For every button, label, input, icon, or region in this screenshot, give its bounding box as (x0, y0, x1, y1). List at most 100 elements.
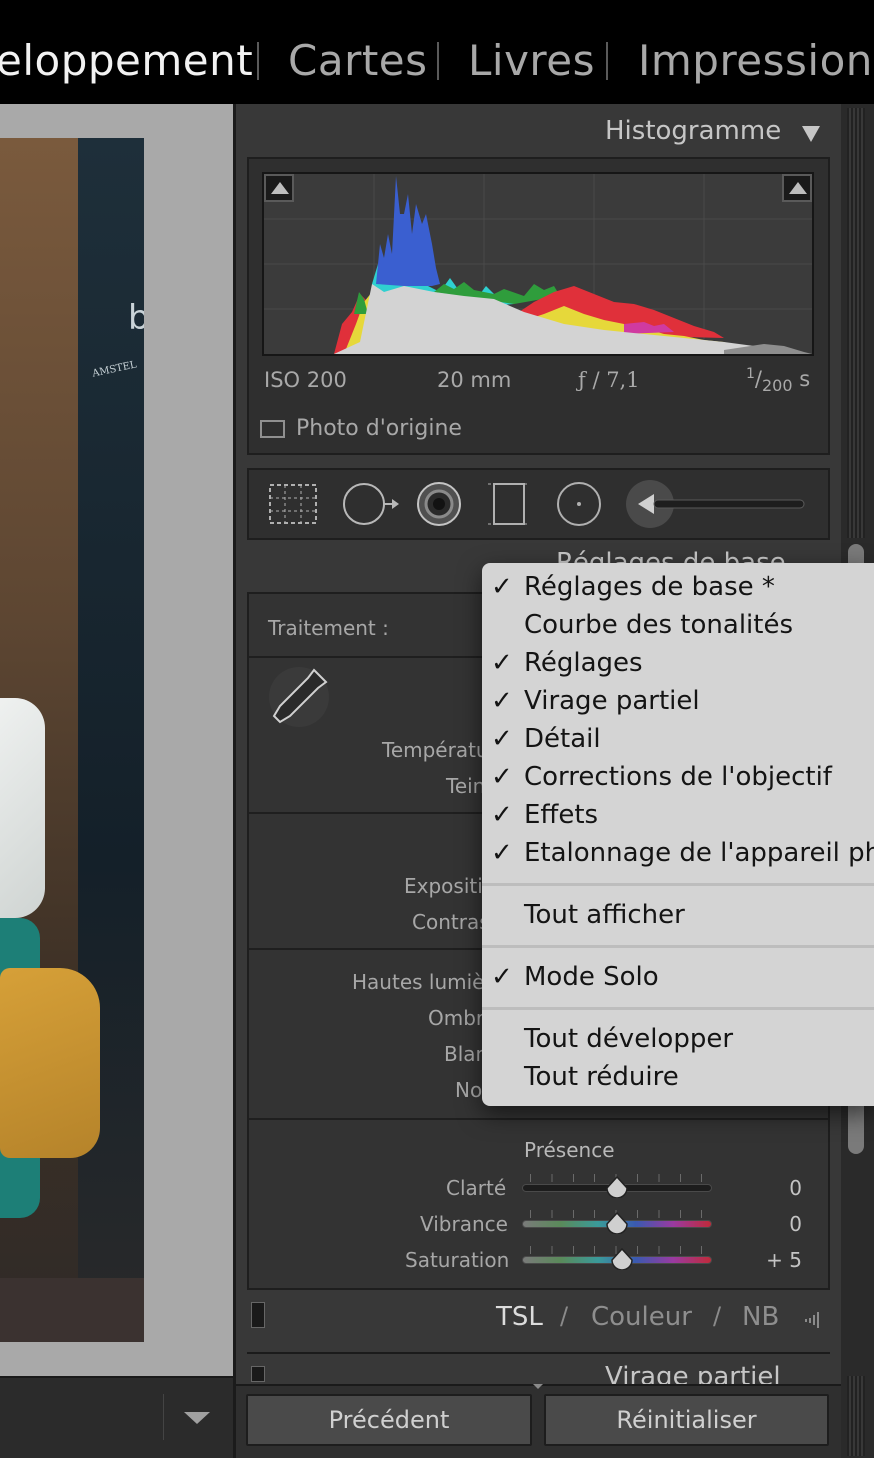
panel-toggle-switch[interactable] (251, 1302, 265, 1328)
scrollbar-grip (847, 108, 865, 538)
clarity-label: Clarté (446, 1176, 507, 1200)
menu-item-camera-calibration[interactable]: ✓ Etalonnage de l'appareil ph (482, 835, 874, 873)
tab-color[interactable]: Couleur (591, 1302, 692, 1332)
module-develop[interactable]: eloppement (0, 36, 253, 85)
exposure-label: Expositi (404, 874, 483, 898)
highlights-label: Hautes lumièr (352, 970, 493, 994)
histogram-graph[interactable] (262, 172, 814, 356)
vibrance-value[interactable]: 0 (742, 1212, 802, 1236)
histogram-title[interactable]: Histogramme (605, 116, 781, 146)
collapse-arrow-icon[interactable] (533, 1384, 543, 1389)
treatment-label: Traitement : (268, 616, 389, 640)
panel-context-menu: ✓ Réglages de base * Courbe des tonalités… (482, 563, 874, 1106)
module-book[interactable]: Livres (468, 36, 595, 85)
photo-floor-region (0, 1278, 144, 1342)
check-icon: ✓ (491, 648, 513, 678)
tab-bw[interactable]: NB (742, 1302, 779, 1332)
photo-bag-region (0, 968, 100, 1158)
menu-item-label: Mode Solo (524, 962, 659, 992)
scrollbar-grip (847, 1376, 865, 1456)
menu-item-label: Effets (524, 800, 599, 830)
presence-title: Présence (524, 1138, 615, 1162)
menu-item-label: Détail (524, 724, 601, 754)
menu-separator (482, 883, 874, 886)
menu-item-label: Corrections de l'objectif (524, 762, 832, 792)
vibrance-label: Vibrance (420, 1212, 508, 1236)
menu-item-lens-corrections[interactable]: ✓ Corrections de l'objectif (482, 759, 874, 797)
panel-toggle-switch[interactable] (251, 1366, 265, 1382)
menu-item-label: Etalonnage de l'appareil ph (524, 838, 874, 868)
highlight-clipping-icon[interactable] (782, 174, 812, 202)
menu-item-label: Tout afficher (524, 900, 685, 930)
menu-item-collapse-all[interactable]: Tout réduire (482, 1059, 874, 1097)
histogram-chart (264, 174, 812, 354)
tab-separator: / (713, 1302, 722, 1330)
menu-item-label: Tout réduire (524, 1062, 679, 1092)
eyedropper-icon[interactable] (266, 664, 332, 730)
menu-item-label: Réglages (524, 648, 643, 678)
check-icon: ✓ (491, 800, 513, 830)
original-photo-label[interactable]: Photo d'origine (296, 416, 462, 441)
photo-sign-letter: b (128, 298, 144, 338)
previous-button[interactable]: Précédent (246, 1394, 532, 1446)
menu-item-solo-mode[interactable]: ✓ Mode Solo (482, 959, 874, 997)
photo-canvas[interactable]: b AMSTEL (0, 104, 233, 1376)
menu-item-split-toning[interactable]: ✓ Virage partiel (482, 683, 874, 721)
panel-menu-icon[interactable] (803, 1310, 823, 1330)
check-icon: ✓ (491, 762, 513, 792)
menu-item-adjustments[interactable]: ✓ Réglages (482, 645, 874, 683)
module-picker: eloppement Cartes Livres Impression (0, 0, 874, 104)
tab-separator: / (560, 1302, 569, 1330)
check-icon: ✓ (491, 962, 513, 992)
module-separator (257, 42, 259, 80)
saturation-slider-thumb[interactable] (610, 1248, 633, 1270)
spot-removal-icon[interactable] (342, 480, 400, 528)
toolbar-dropdown-icon[interactable] (184, 1412, 210, 1424)
menu-item-label: Virage partiel (524, 686, 700, 716)
photo-preview[interactable]: b AMSTEL (0, 138, 144, 1342)
red-eye-icon[interactable] (414, 480, 464, 528)
menu-item-basic[interactable]: ✓ Réglages de base * (482, 569, 874, 607)
module-print[interactable]: Impression (638, 36, 873, 85)
split-toning-header: Virage partiel (247, 1352, 830, 1384)
shadow-clipping-icon[interactable] (264, 174, 294, 202)
filmstrip-toolbar (0, 1376, 233, 1458)
reset-button[interactable]: Réinitialiser (544, 1394, 829, 1446)
adjustment-brush-icon[interactable] (624, 478, 810, 530)
menu-item-tone-curve[interactable]: Courbe des tonalités (482, 607, 874, 645)
exif-shutter-denominator: 200 (762, 376, 793, 396)
menu-item-expand-all[interactable]: Tout développer (482, 1021, 874, 1059)
contrast-label: Contras (412, 910, 490, 934)
crop-overlay-icon[interactable] (268, 483, 318, 525)
exif-focal-length: 20 mm (437, 368, 512, 392)
menu-item-detail[interactable]: ✓ Détail (482, 721, 874, 759)
hsl-panel-header: TSL / Couleur / NB (247, 1300, 830, 1340)
toolbar-separator (163, 1394, 164, 1440)
graduated-filter-icon[interactable] (486, 480, 532, 528)
check-icon: ✓ (491, 686, 513, 716)
split-toning-title[interactable]: Virage partiel (605, 1362, 781, 1384)
module-separator (606, 42, 608, 80)
temperature-label: Températu (382, 738, 489, 762)
exif-aperture: ƒ / 7,1 (578, 368, 640, 392)
menu-item-label: Réglages de base * (524, 572, 775, 602)
exif-shutter: 1/200 s (746, 366, 811, 396)
tint-label: Tein (446, 774, 486, 798)
vibrance-slider-thumb[interactable] (606, 1212, 628, 1234)
exif-shutter-unit: s (799, 367, 811, 391)
triangle-down-icon[interactable] (800, 124, 822, 144)
tab-hsl[interactable]: TSL (496, 1302, 543, 1332)
divider (249, 1118, 828, 1120)
saturation-value[interactable]: + 5 (742, 1248, 802, 1272)
menu-item-show-all[interactable]: Tout afficher (482, 897, 874, 935)
menu-item-effects[interactable]: ✓ Effets (482, 797, 874, 835)
photo-shirt-region (0, 698, 45, 918)
clarity-value[interactable]: 0 (742, 1176, 802, 1200)
radial-filter-icon[interactable] (555, 480, 603, 528)
menu-item-label: Courbe des tonalités (524, 610, 794, 640)
menu-separator (482, 945, 874, 948)
exif-shutter-numerator: 1 (746, 366, 755, 382)
clarity-slider-thumb[interactable] (606, 1176, 628, 1198)
original-photo-checkbox[interactable] (260, 420, 285, 438)
module-map[interactable]: Cartes (288, 36, 428, 85)
